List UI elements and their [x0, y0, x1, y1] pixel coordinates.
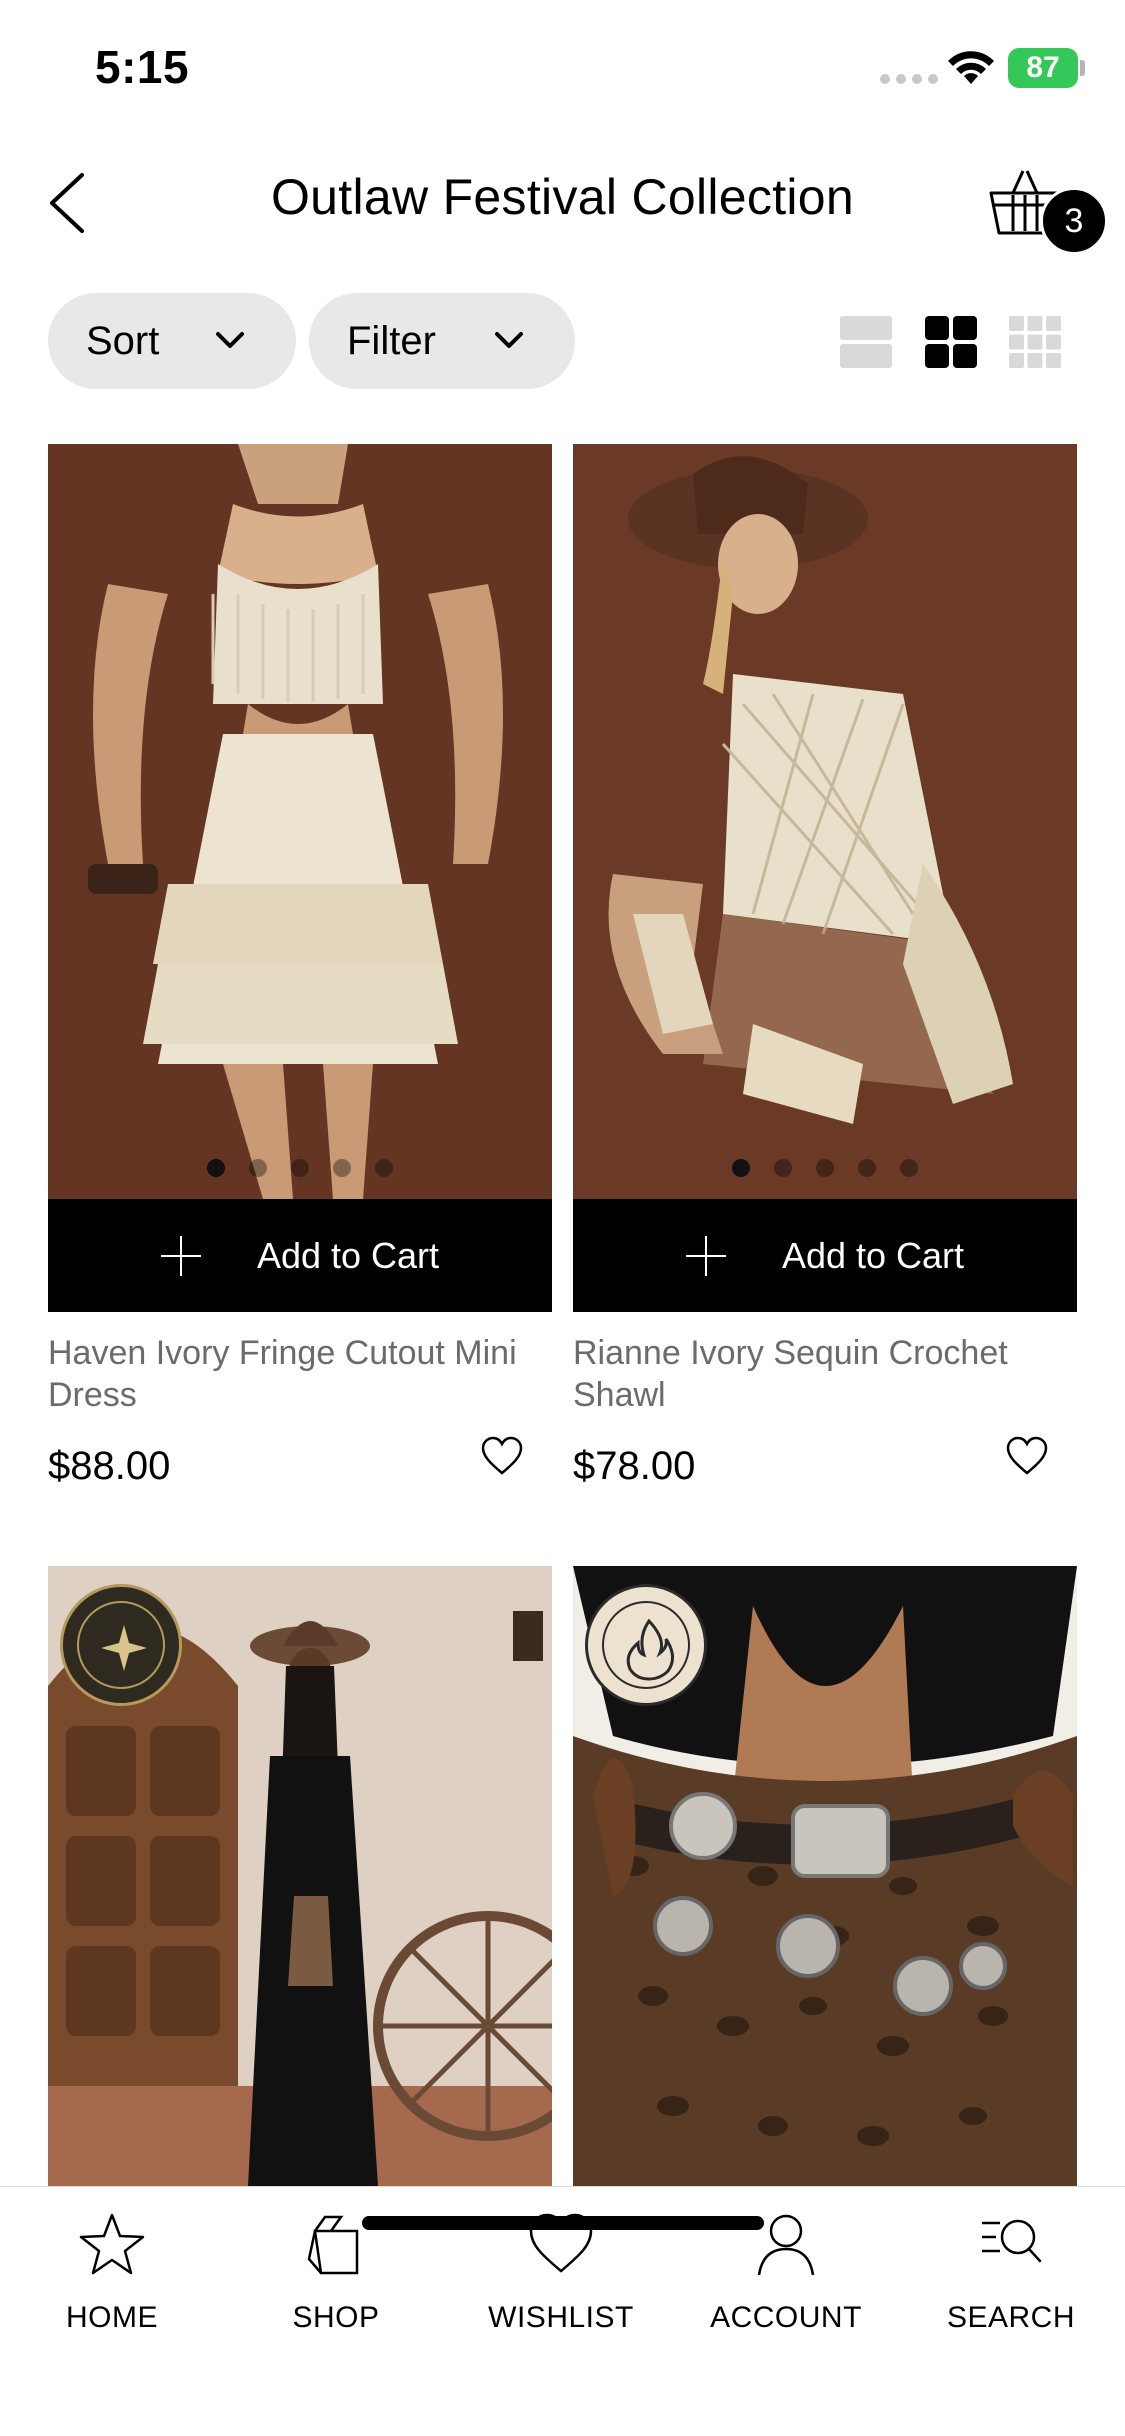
filter-label: Filter [347, 318, 436, 363]
back-arrow-icon[interactable] [40, 163, 100, 243]
two-column-view-icon[interactable] [924, 315, 978, 369]
plus-icon [685, 1235, 726, 1276]
star-icon [79, 2213, 145, 2275]
product-card[interactable]: Add to Cart Haven Ivory Fringe Cutout Mi… [48, 444, 552, 1488]
product-image[interactable] [573, 1566, 1077, 2186]
header: Outlaw Festival Collection 3 [0, 135, 1125, 270]
sort-button[interactable]: Sort [48, 293, 296, 389]
shopping-bag-icon [307, 2215, 359, 2275]
home-indicator [362, 2216, 764, 2230]
search-icon [982, 2219, 1042, 2263]
chevron-down-icon [495, 332, 523, 348]
flame-icon [626, 1618, 674, 1681]
cart-count-badge: 3 [1040, 187, 1108, 255]
product-photo [573, 444, 1077, 1199]
status-time: 5:15 [95, 41, 190, 93]
battery-icon: 87 [1008, 48, 1078, 88]
product-image[interactable] [48, 444, 552, 1199]
filter-button[interactable]: Filter [309, 293, 575, 389]
battery-level: 87 [1026, 51, 1060, 84]
add-to-cart-button[interactable]: Add to Cart [48, 1199, 552, 1312]
page-title: Outlaw Festival Collection [270, 169, 855, 225]
most-wanted-badge [585, 1584, 707, 1706]
add-to-cart-button[interactable]: Add to Cart [573, 1199, 1077, 1312]
plus-icon [160, 1235, 201, 1276]
product-card[interactable] [48, 1566, 552, 2186]
nav-label: HOME [66, 2301, 158, 2334]
nav-label: WISHLIST [488, 2301, 634, 2334]
heart-icon[interactable] [1005, 1436, 1049, 1476]
wifi-icon [948, 51, 994, 84]
add-to-cart-label: Add to Cart [256, 1234, 440, 1276]
sort-label: Sort [86, 318, 160, 363]
product-card[interactable]: Add to Cart Rianne Ivory Sequin Crochet … [573, 444, 1077, 1488]
status-bar: 5:15 87 [0, 0, 1125, 135]
nav-label: SEARCH [946, 2301, 1076, 2334]
product-image[interactable] [573, 444, 1077, 1199]
product-name[interactable]: Rianne Ivory Sequin Crochet Shawl [573, 1332, 1077, 1416]
product-name[interactable]: Haven Ivory Fringe Cutout Mini Dress [48, 1332, 552, 1416]
product-price: $88.00 [48, 1444, 171, 1488]
heart-icon[interactable] [480, 1436, 524, 1476]
battery-tip [1080, 60, 1085, 76]
nav-label: SHOP [292, 2301, 380, 2334]
nav-home[interactable]: HOME [22, 2209, 202, 2335]
three-column-view-icon[interactable] [1008, 315, 1062, 369]
star-icon [101, 1625, 147, 1671]
chevron-down-icon [216, 332, 244, 348]
product-photo [48, 444, 552, 1199]
nav-label: ACCOUNT [710, 2301, 862, 2334]
add-to-cart-label: Add to Cart [781, 1234, 965, 1276]
product-price: $78.00 [573, 1444, 696, 1488]
product-image[interactable] [48, 1566, 552, 2186]
image-carousel-dots[interactable] [48, 1159, 552, 1177]
best-seller-badge [60, 1584, 182, 1706]
image-carousel-dots[interactable] [573, 1159, 1077, 1177]
single-column-view-icon[interactable] [839, 315, 893, 369]
nav-search[interactable]: SEARCH [921, 2209, 1101, 2335]
toolbar: Sort Filter [0, 293, 1125, 390]
product-card[interactable] [573, 1566, 1077, 2186]
cellular-signal-icon [880, 74, 938, 84]
